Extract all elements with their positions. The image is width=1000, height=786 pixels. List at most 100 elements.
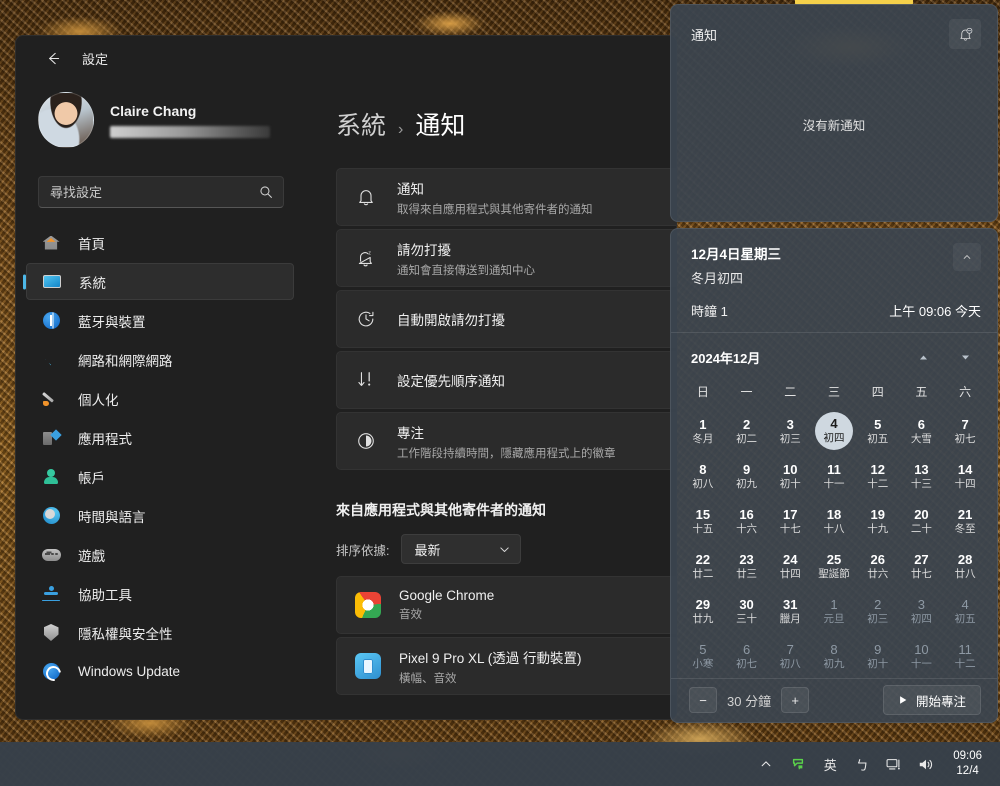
sidebar-item-label: 個人化 (78, 392, 119, 408)
setting-card-do-not-disturb[interactable]: z 請勿打擾 通知會直接傳送到通知中心 (336, 229, 676, 287)
next-month-button[interactable] (951, 345, 979, 371)
calendar-day[interactable]: 17 十七 (768, 500, 812, 543)
calendar-day-lunar: 十三 (910, 477, 932, 490)
calendar-day[interactable]: 21 冬至 (943, 500, 987, 543)
calendar-day[interactable]: 5 小寒 (681, 635, 725, 678)
calendar-day[interactable]: 1 冬月 (681, 410, 725, 453)
show-hidden-icons-button[interactable] (751, 747, 781, 781)
network-button[interactable] (879, 747, 909, 781)
calendar-day[interactable]: 6 初七 (725, 635, 769, 678)
calendar-day[interactable]: 11 十二 (943, 635, 987, 678)
previous-month-button[interactable] (909, 345, 937, 371)
search-box[interactable] (38, 176, 284, 208)
clock-row[interactable]: 時鐘 1 上午 09:06 今天 (691, 301, 981, 320)
calendar-day[interactable]: 5 初五 (856, 410, 900, 453)
calendar-day[interactable]: 23 廿三 (725, 545, 769, 588)
sidebar-item-label: 隱私權與安全性 (78, 626, 173, 642)
calendar-day-lunar: 初八 (692, 477, 714, 490)
calendar-day[interactable]: 7 初八 (768, 635, 812, 678)
calendar-day[interactable]: 18 十八 (812, 500, 856, 543)
do-not-disturb-toggle-button[interactable] (949, 19, 981, 49)
calendar-day[interactable]: 9 初九 (725, 455, 769, 498)
sidebar-item-accounts[interactable]: 帳戶 (26, 458, 294, 495)
calendar-day[interactable]: 2 初三 (856, 590, 900, 633)
calendar-day[interactable]: 31 臘月 (768, 590, 812, 633)
ime-bopomofo-button[interactable]: ㄅ (847, 747, 877, 781)
sort-label: 排序依據: (336, 543, 390, 558)
app-row-pixel-9-pro-xl[interactable]: Pixel 9 Pro XL (透過 行動裝置) 橫幅、音效 (336, 637, 676, 695)
calendar-day[interactable]: 10 初十 (768, 455, 812, 498)
calendar-day[interactable]: 7 初七 (943, 410, 987, 453)
sidebar-item-home[interactable]: 首頁 (26, 224, 294, 261)
breadcrumb-parent[interactable]: 系統 (336, 106, 386, 142)
calendar-day[interactable]: 3 初四 (900, 590, 944, 633)
setting-card-priority-notifications[interactable]: 設定優先順序通知 (336, 351, 676, 409)
calendar-day[interactable]: 12 十二 (856, 455, 900, 498)
calendar-day[interactable]: 2 初二 (725, 410, 769, 453)
calendar-day[interactable]: 20 二十 (900, 500, 944, 543)
calendar-day[interactable]: 13 十三 (900, 455, 944, 498)
sidebar-item-accessibility[interactable]: 協助工具 (26, 575, 294, 612)
calendar-day[interactable]: 24 廿四 (768, 545, 812, 588)
calendar-day[interactable]: 16 十六 (725, 500, 769, 543)
ime-language-button[interactable]: 英 (815, 747, 845, 781)
sidebar-item-gaming[interactable]: 遊戲 (26, 536, 294, 573)
calendar-day[interactable]: 15 十五 (681, 500, 725, 543)
back-button[interactable] (38, 44, 68, 72)
sidebar-item-network-internet[interactable]: 網路和網際網路 (26, 341, 294, 378)
decrease-focus-duration-button[interactable]: − (689, 687, 717, 714)
calendar-day[interactable]: 29 廿九 (681, 590, 725, 633)
sidebar-item-bluetooth-devices[interactable]: 藍牙與裝置 (26, 302, 294, 339)
sidebar-item-privacy-security[interactable]: 隱私權與安全性 (26, 614, 294, 651)
user-profile[interactable]: Claire Chang (16, 80, 306, 158)
sidebar-item-apps[interactable]: 應用程式 (26, 419, 294, 456)
setting-card-focus[interactable]: 專注 工作階段持續時間，隱藏應用程式上的徽章 (336, 412, 676, 470)
card-subtitle: 工作階段持續時間，隱藏應用程式上的徽章 (397, 447, 616, 460)
calendar-day[interactable]: 11 十一 (812, 455, 856, 498)
calendar-day[interactable]: 1 元旦 (812, 590, 856, 633)
volume-button[interactable] (911, 747, 941, 781)
sidebar-item-system[interactable]: 系統 (26, 263, 294, 300)
calendar-day[interactable]: 30 三十 (725, 590, 769, 633)
month-label[interactable]: 2024年12月 (691, 348, 760, 367)
calendar-day[interactable]: 6 大雪 (900, 410, 944, 453)
calendar-day-number: 7 (961, 416, 969, 432)
app-row-google-chrome[interactable]: Google Chrome 音效 (336, 576, 676, 634)
calendar-day-number: 9 (742, 461, 751, 477)
profile-email-redacted (110, 125, 270, 138)
calendar-day-lunar: 三十 (736, 612, 758, 625)
calendar-day[interactable]: 27 廿七 (900, 545, 944, 588)
calendar-day-number: 15 (695, 506, 711, 522)
sidebar-item-label: 帳戶 (78, 470, 105, 486)
calendar-day[interactable]: 26 廿六 (856, 545, 900, 588)
sidebar-item-time-language[interactable]: 時間與語言 (26, 497, 294, 534)
sidebar-item-windows-update[interactable]: Windows Update (26, 653, 294, 690)
bell-icon (355, 186, 377, 208)
search-input[interactable] (50, 184, 253, 200)
increase-focus-duration-button[interactable]: + (781, 687, 810, 714)
ime-status-button[interactable] (783, 747, 813, 781)
calendar-day[interactable]: 10 十一 (900, 635, 944, 678)
focus-duration-value: 30 分鐘 (727, 691, 771, 710)
start-focus-session-button[interactable]: 開始專注 (882, 685, 981, 716)
calendar-day[interactable]: 22 廿二 (681, 545, 725, 588)
calendar-day[interactable]: 9 初十 (856, 635, 900, 678)
calendar-day[interactable]: 8 初八 (681, 455, 725, 498)
calendar-day[interactable]: 25 聖誕節 (812, 545, 856, 588)
calendar-day[interactable]: 28 廿八 (943, 545, 987, 588)
calendar-day[interactable]: 8 初九 (812, 635, 856, 678)
calendar-day[interactable]: 4 初五 (943, 590, 987, 633)
card-title: 通知 (397, 181, 424, 197)
calendar-day[interactable]: 19 十九 (856, 500, 900, 543)
collapse-calendar-button[interactable] (953, 243, 981, 271)
taskbar-clock[interactable]: 09:06 12/4 (943, 745, 992, 783)
setting-card-notifications[interactable]: 通知 取得來自應用程式與其他寄件者的通知 (336, 168, 676, 226)
calendar-day-number: 1 (830, 596, 838, 612)
calendar-day-today[interactable]: 4 初四 (814, 411, 853, 450)
sidebar-item-personalization[interactable]: 個人化 (26, 380, 294, 417)
calendar-day[interactable]: 3 初三 (768, 410, 812, 453)
calendar-day[interactable]: 14 十四 (943, 455, 987, 498)
sort-by-select[interactable]: 最新 (401, 534, 522, 564)
play-icon (900, 696, 907, 705)
setting-card-auto-dnd[interactable]: 自動開啟請勿打擾 (336, 290, 676, 348)
